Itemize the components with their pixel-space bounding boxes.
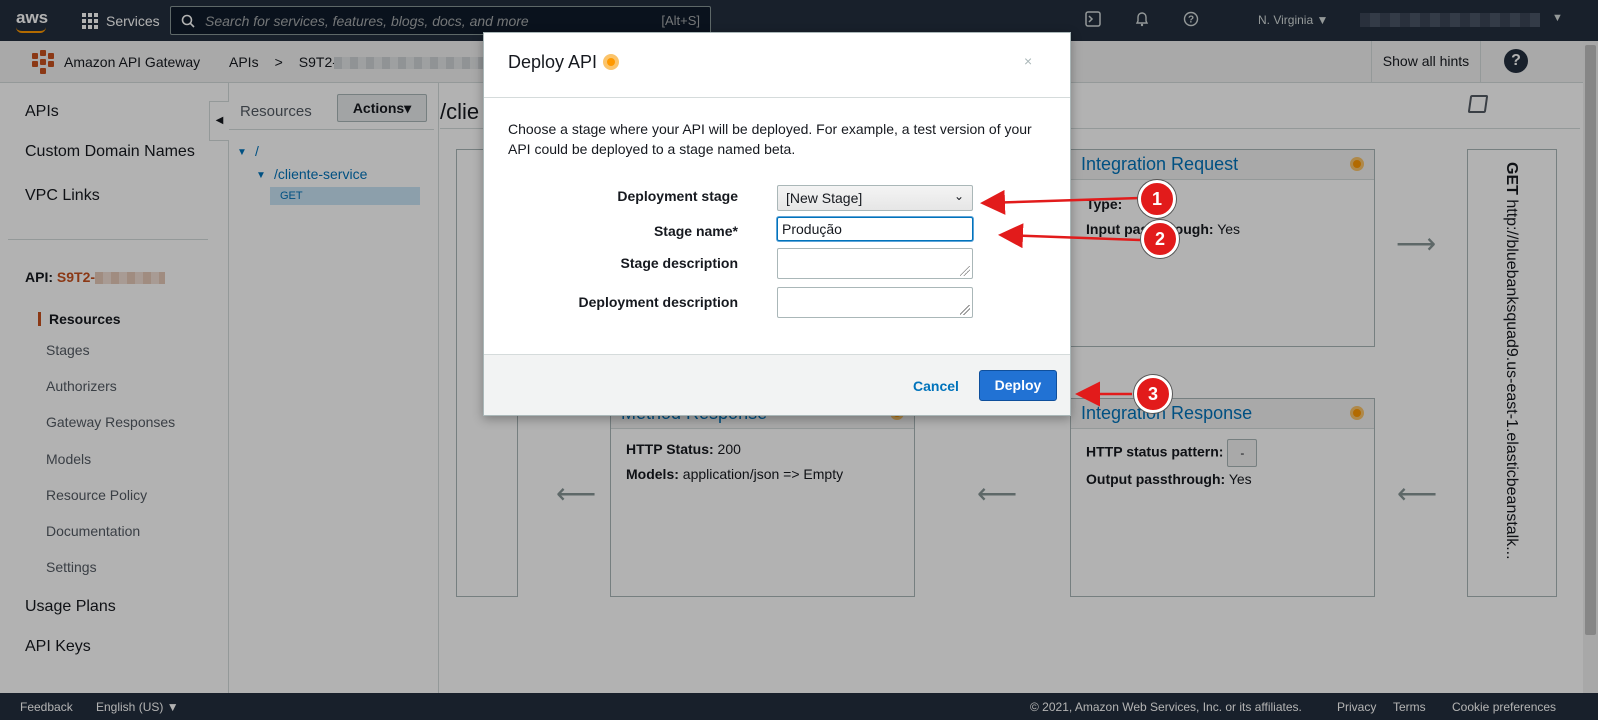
chevron-down-icon: ⌄ [953, 189, 964, 203]
annotation-badge-3: 3 [1134, 375, 1172, 413]
stage-name-input[interactable] [777, 217, 973, 241]
resize-handle-icon[interactable] [960, 266, 970, 276]
annotation-badge-2: 2 [1141, 220, 1179, 258]
hint-icon[interactable] [603, 54, 619, 70]
dialog-description: Choose a stage where your API will be de… [508, 121, 1032, 157]
deploy-button[interactable]: Deploy [979, 370, 1057, 401]
stage-description-textarea[interactable] [777, 248, 973, 279]
deployment-stage-label: Deployment stage [617, 188, 738, 204]
deploy-api-dialog: Deploy API × Choose a stage where your A… [483, 32, 1071, 416]
stage-name-label: Stage name* [653, 223, 738, 239]
deployment-description-textarea[interactable] [777, 287, 973, 318]
dialog-footer: Cancel Deploy [484, 354, 1070, 415]
deployment-stage-value: [New Stage] [786, 190, 863, 206]
annotation-badge-1: 1 [1138, 180, 1176, 218]
cancel-button[interactable]: Cancel [913, 378, 959, 394]
close-icon[interactable]: × [1024, 53, 1032, 69]
deployment-stage-select[interactable]: [New Stage] ⌄ [777, 185, 973, 211]
deployment-description-label: Deployment description [578, 294, 738, 310]
resize-handle-icon[interactable] [960, 305, 970, 315]
dialog-title: Deploy API [508, 52, 598, 72]
stage-description-label: Stage description [620, 255, 738, 271]
dialog-header: Deploy API × [484, 33, 1070, 98]
